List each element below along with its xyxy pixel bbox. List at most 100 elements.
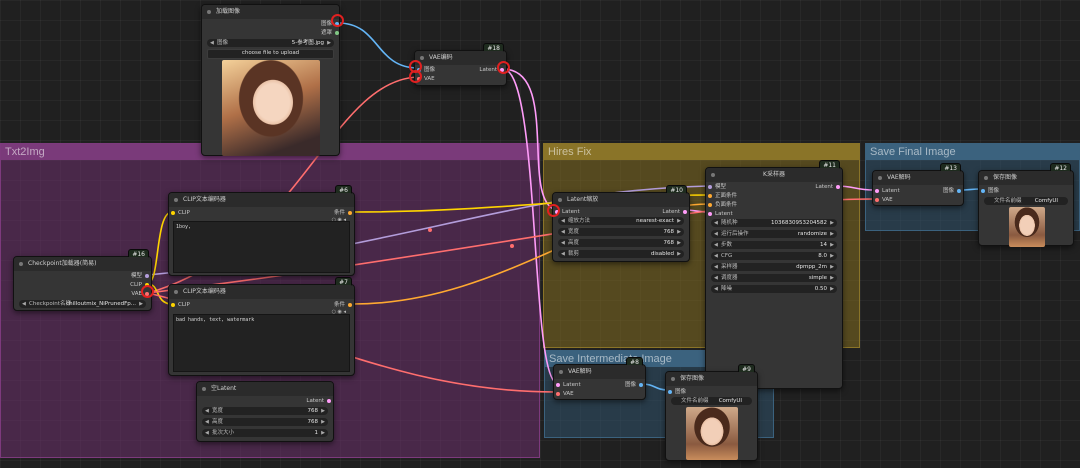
node-vae-decode-intermediate[interactable]: #8 VAE解码 Latent VAE 图像 xyxy=(553,357,646,400)
cfg-input[interactable]: ◀ CFG 8.0 ▶ xyxy=(711,252,837,260)
arrow-left-icon[interactable]: ◀ xyxy=(561,217,565,225)
node-load-image[interactable]: 加载图像 图像 遮罩 ◀ 图像 5-参考图.jpg ▶ choose file … xyxy=(201,4,340,156)
arrow-right-icon[interactable]: ▶ xyxy=(321,418,325,426)
arrow-left-icon[interactable]: ◀ xyxy=(205,429,209,437)
upload-button[interactable]: choose file to upload xyxy=(207,49,334,59)
arrow-right-icon[interactable]: ▶ xyxy=(830,230,834,238)
arrow-right-icon[interactable]: ▶ xyxy=(830,219,834,227)
node-title: VAE编码 xyxy=(415,51,506,65)
arrow-right-icon[interactable]: ▶ xyxy=(139,300,143,308)
node-checkpoint-loader[interactable]: #16 Checkpoint加载器(简易) 模型 CLIP VAE ◀ Chec… xyxy=(13,249,152,311)
height-input[interactable]: ◀ 高度 768 ▶ xyxy=(558,239,684,247)
input-vae[interactable]: VAE xyxy=(875,196,893,204)
arrow-left-icon[interactable]: ◀ xyxy=(205,418,209,426)
arrow-right-icon[interactable]: ▶ xyxy=(321,407,325,415)
upscale-method-select[interactable]: ◀ 缩放方法 nearest-exact ▶ xyxy=(558,217,684,225)
arrow-right-icon[interactable]: ▶ xyxy=(677,250,681,258)
arrow-left-icon[interactable]: ◀ xyxy=(561,239,565,247)
arrow-left-icon[interactable]: ◀ xyxy=(714,252,718,260)
prompt-textarea[interactable]: 1boy, xyxy=(173,221,350,273)
node-ksampler[interactable]: #11 K采样器 模型 正面条件 负面条件 Latent Latent ◀ 随机种… xyxy=(705,160,843,389)
arrow-right-icon[interactable]: ▶ xyxy=(321,429,325,437)
input-image[interactable]: 图像 xyxy=(981,187,999,195)
node-vae-decode-final[interactable]: #13 VAE解码 Latent VAE 图像 xyxy=(872,163,964,206)
node-clip-text-encode-positive[interactable]: #6 CLIP文本编码器 CLIP 条件 ○ ◉ ◂ 1boy, xyxy=(168,185,355,276)
arrow-left-icon[interactable]: ◀ xyxy=(714,285,718,293)
crop-select[interactable]: ◀ 裁剪 disabled ▶ xyxy=(558,250,684,258)
sampler-select[interactable]: ◀ 采样器 dpmpp_2m ▶ xyxy=(711,263,837,271)
scheduler-select[interactable]: ◀ 调度器 simple ▶ xyxy=(711,274,837,282)
arrow-left-icon[interactable]: ◀ xyxy=(714,241,718,249)
arrow-left-icon[interactable]: ◀ xyxy=(210,39,214,47)
node-title: 加载图像 xyxy=(202,5,339,19)
highlight-ring-vae-encode-latent xyxy=(497,61,510,74)
node-title: CLIP文本编码器 xyxy=(169,285,354,299)
denoise-input[interactable]: ◀ 降噪 0.50 ▶ xyxy=(711,285,837,293)
output-model[interactable]: 模型 xyxy=(131,272,149,280)
output-image[interactable]: 图像 xyxy=(625,381,643,389)
node-title: CLIP文本编码器 xyxy=(169,193,354,207)
arrow-right-icon[interactable]: ▶ xyxy=(830,241,834,249)
node-save-image-intermediate[interactable]: #9 保存图像 图像 文件名前缀 ComfyUI xyxy=(665,364,758,461)
arrow-left-icon[interactable]: ◀ xyxy=(714,263,718,271)
steps-input[interactable]: ◀ 步数 14 ▶ xyxy=(711,241,837,249)
arrow-left-icon[interactable]: ◀ xyxy=(561,250,565,258)
node-empty-latent[interactable]: 空Latent Latent ◀ 宽度 768 ▶ ◀ 高度 768 ▶ ◀ 批次大小 1 ▶ xyxy=(196,381,334,442)
highlight-ring-vae-encode-vae xyxy=(409,70,422,83)
output-conditioning[interactable]: 条件 xyxy=(334,301,352,309)
control-after-generate-select[interactable]: ◀ 运行后操作 randomize ▶ xyxy=(711,230,837,238)
checkpoint-select[interactable]: ◀ Checkpoint名称 chilloutmix_NiPrunedFp...… xyxy=(19,300,146,308)
node-title: Latent缩放 xyxy=(553,193,689,207)
node-save-image-final[interactable]: #12 保存图像 图像 文件名前缀 ComfyUI xyxy=(978,163,1074,247)
arrow-left-icon[interactable]: ◀ xyxy=(22,300,26,308)
group-title: Save Final Image xyxy=(866,144,1079,160)
image-select[interactable]: ◀ 图像 5-参考图.jpg ▶ xyxy=(207,39,334,47)
seed-input[interactable]: ◀ 随机种 1036830953204582 ▶ xyxy=(711,219,837,227)
arrow-right-icon[interactable]: ▶ xyxy=(830,274,834,282)
height-input[interactable]: ◀ 高度 768 ▶ xyxy=(202,418,328,426)
input-latent[interactable]: Latent xyxy=(875,187,900,195)
arrow-right-icon[interactable]: ▶ xyxy=(677,239,681,247)
prompt-textarea[interactable]: bad hands, text, watermark xyxy=(173,314,350,372)
arrow-right-icon[interactable]: ▶ xyxy=(830,252,834,260)
output-mask[interactable]: 遮罩 xyxy=(321,29,339,37)
output-latent[interactable]: Latent xyxy=(662,208,687,216)
input-clip[interactable]: CLIP xyxy=(171,301,190,309)
arrow-right-icon[interactable]: ▶ xyxy=(830,263,834,271)
output-image-preview xyxy=(686,407,738,460)
node-title: Checkpoint加载器(简易) xyxy=(14,257,151,271)
filename-prefix-input[interactable]: 文件名前缀 ComfyUI xyxy=(984,197,1068,205)
input-positive[interactable]: 正面条件 xyxy=(708,192,737,200)
arrow-right-icon[interactable]: ▶ xyxy=(677,217,681,225)
input-clip[interactable]: CLIP xyxy=(171,209,190,217)
arrow-left-icon[interactable]: ◀ xyxy=(714,274,718,282)
output-latent[interactable]: Latent xyxy=(815,183,840,191)
arrow-right-icon[interactable]: ▶ xyxy=(677,228,681,236)
width-input[interactable]: ◀ 宽度 768 ▶ xyxy=(558,228,684,236)
node-graph-canvas[interactable]: Txt2Img Hires Fix Save Final Image Save … xyxy=(0,0,1080,468)
output-conditioning[interactable]: 条件 xyxy=(334,209,352,217)
filename-prefix-input[interactable]: 文件名前缀 ComfyUI xyxy=(671,397,752,405)
batch-size-input[interactable]: ◀ 批次大小 1 ▶ xyxy=(202,429,328,437)
arrow-left-icon[interactable]: ◀ xyxy=(714,219,718,227)
input-latent[interactable]: Latent xyxy=(708,210,733,218)
node-vae-encode[interactable]: #18 VAE编码 图像 VAE Latent xyxy=(414,43,507,86)
output-image[interactable]: 图像 xyxy=(943,187,961,195)
node-title: VAE解码 xyxy=(873,171,963,185)
arrow-left-icon[interactable]: ◀ xyxy=(561,228,565,236)
arrow-left-icon[interactable]: ◀ xyxy=(205,407,209,415)
arrow-right-icon[interactable]: ▶ xyxy=(327,39,331,47)
node-title: 空Latent xyxy=(197,382,333,396)
arrow-right-icon[interactable]: ▶ xyxy=(830,285,834,293)
input-vae[interactable]: VAE xyxy=(556,390,574,398)
input-negative[interactable]: 负面条件 xyxy=(708,201,737,209)
arrow-left-icon[interactable]: ◀ xyxy=(714,230,718,238)
input-model[interactable]: 模型 xyxy=(708,183,726,191)
input-latent[interactable]: Latent xyxy=(556,381,581,389)
input-image[interactable]: 图像 xyxy=(668,388,686,396)
node-clip-text-encode-negative[interactable]: #7 CLIP文本编码器 CLIP 条件 ○ ◉ ◂ bad hands, te… xyxy=(168,277,355,376)
node-title: K采样器 xyxy=(706,168,842,182)
width-input[interactable]: ◀ 宽度 768 ▶ xyxy=(202,407,328,415)
node-latent-upscale[interactable]: #10 Latent缩放 Latent Latent ◀ 缩放方法 nearest-… xyxy=(552,185,690,262)
output-latent[interactable]: Latent xyxy=(306,397,331,405)
